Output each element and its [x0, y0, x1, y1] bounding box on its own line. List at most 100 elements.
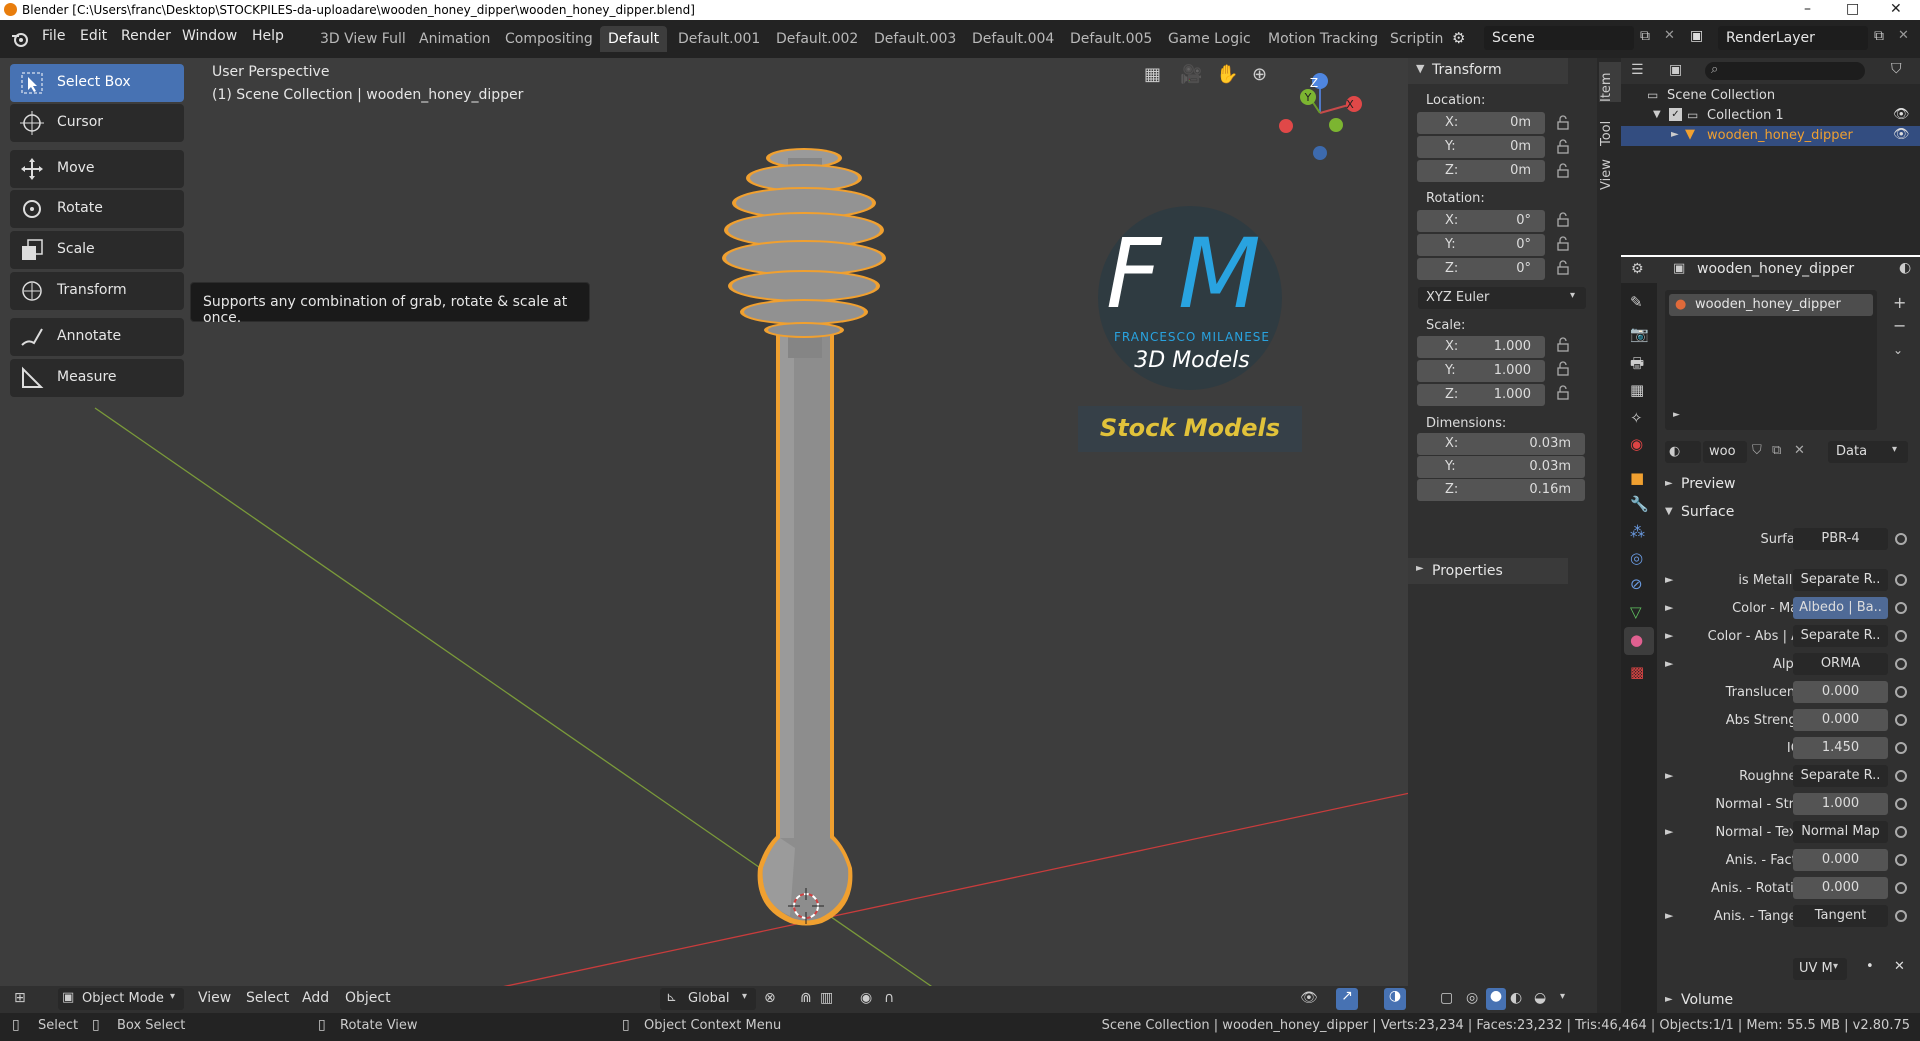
renderlayer-icon[interactable]: ▣ [1690, 28, 1703, 44]
remove-icon[interactable]: ✕ [1894, 959, 1905, 974]
property-value[interactable]: ORMA [1793, 653, 1888, 675]
socket-dot-icon[interactable] [1895, 533, 1907, 545]
expand-icon[interactable]: ▼ [1653, 109, 1661, 120]
visibility-eye-icon[interactable]: 👁 [1893, 127, 1910, 142]
link-data-dropdown[interactable]: Data ▾ [1828, 441, 1908, 463]
rendered-shading-icon[interactable]: ◒ [1534, 990, 1546, 1006]
property-value[interactable]: Tangent [1793, 905, 1888, 927]
proportional-edit-icon[interactable]: ◉ [860, 990, 872, 1006]
overlay-toggle-icon[interactable]: ◑ [1384, 988, 1406, 1010]
location-z-field[interactable]: Z: 0m [1417, 160, 1545, 182]
tool-annotate[interactable]: Annotate [10, 318, 184, 356]
scale-x-field[interactable]: X: 1.000 [1417, 336, 1545, 358]
camera-view-icon[interactable]: 🎥 [1180, 64, 1204, 88]
menu-render[interactable]: Render [121, 28, 171, 44]
tool-measure[interactable]: Measure [10, 359, 184, 397]
tab-default-004[interactable]: Default.004 [964, 26, 1062, 52]
xray-icon[interactable]: ▢ [1440, 990, 1453, 1006]
pan-hand-icon[interactable]: ✋ [1216, 64, 1240, 88]
minimize-button[interactable]: – [1804, 1, 1811, 17]
scale-y-field[interactable]: Y: 1.000 [1417, 360, 1545, 382]
socket-dot-icon[interactable] [1895, 686, 1907, 698]
viewport-menu-select[interactable]: Select [246, 990, 289, 1006]
render-icon[interactable]: 📷 [1630, 325, 1649, 343]
outliner-search-input[interactable]: ⌕ [1705, 62, 1865, 80]
dimension-x-field[interactable]: X: 0.03m [1417, 433, 1585, 455]
physics-icon[interactable]: ◎ [1630, 549, 1643, 567]
socket-dot-icon[interactable] [1895, 742, 1907, 754]
add-slot-icon[interactable]: + [1893, 293, 1906, 312]
zoom-icon[interactable]: ⊕ [1252, 64, 1276, 88]
checkbox-icon[interactable]: ✓ [1669, 108, 1682, 121]
snap-target-icon[interactable]: ▥ [820, 990, 833, 1006]
close-button[interactable]: ✕ [1890, 1, 1902, 17]
expand-icon[interactable]: ► [1665, 601, 1673, 614]
menu-file[interactable]: File [42, 28, 65, 44]
rotation-z-field[interactable]: Z: 0° [1417, 258, 1545, 280]
output-icon[interactable]: 🖶 [1630, 353, 1644, 378]
location-y-field[interactable]: Y: 0m [1417, 136, 1545, 158]
snap-magnet-icon[interactable]: ⋒ [800, 990, 812, 1006]
scene-icon[interactable]: ✧ [1630, 409, 1643, 427]
property-value[interactable]: Normal Map [1793, 821, 1888, 843]
tool-rotate[interactable]: Rotate [10, 190, 184, 228]
socket-dot-icon[interactable] [1895, 714, 1907, 726]
tool-cursor[interactable]: Cursor [10, 104, 184, 142]
delete-renderlayer-icon[interactable]: ✕ [1898, 28, 1909, 43]
tab-3d-view-full[interactable]: 3D View Full [312, 26, 414, 52]
property-value[interactable]: 1.000 [1793, 793, 1888, 815]
orientation-dropdown[interactable]: ⊾ Global ▾ [660, 988, 756, 1010]
tab-view[interactable]: View [1599, 154, 1621, 190]
property-value[interactable]: 0.000 [1793, 681, 1888, 703]
socket-dot-icon[interactable] [1895, 630, 1907, 642]
property-value[interactable]: Separate R.. [1793, 625, 1888, 647]
socket-dot-icon[interactable] [1895, 602, 1907, 614]
material-slot-item[interactable]: ● wooden_honey_dipper [1669, 294, 1873, 316]
outliner-row-object[interactable]: ► ▼ wooden_honey_dipper 👁 [1621, 126, 1920, 146]
surface-section[interactable]: ▼ Surface [1665, 502, 1920, 524]
gizmo-toggle-icon[interactable]: ↗ [1336, 988, 1358, 1010]
viewport-menu-object[interactable]: Object [345, 990, 391, 1006]
object-icon[interactable]: ■ [1630, 469, 1644, 487]
socket-dot-icon[interactable] [1895, 882, 1907, 894]
tab-scripting[interactable]: Scriptin [1382, 26, 1454, 52]
tool-transform[interactable]: Transform [10, 272, 184, 310]
expand-icon[interactable]: ► [1665, 629, 1673, 642]
new-renderlayer-icon[interactable]: ⧉ [1874, 28, 1884, 44]
editor-type-icon[interactable]: ⊞ [14, 990, 26, 1006]
preview-section[interactable]: ► Preview [1665, 474, 1920, 496]
display-mode-icon[interactable]: ☰ [1631, 62, 1644, 78]
property-value[interactable]: Separate R.. [1793, 569, 1888, 591]
transform-header[interactable]: ▼ Transform [1408, 58, 1568, 84]
property-value[interactable]: Separate R.. [1793, 765, 1888, 787]
lock-icons[interactable] [1555, 115, 1575, 285]
tab-default-002[interactable]: Default.002 [768, 26, 866, 52]
new-scene-icon[interactable]: ⧉ [1640, 28, 1650, 44]
socket-dot-icon[interactable] [1895, 770, 1907, 782]
tab-tool[interactable]: Tool [1599, 110, 1621, 146]
chevron-down-icon[interactable]: ▾ [1560, 991, 1565, 1002]
properties-header[interactable]: ► Properties [1408, 558, 1568, 584]
socket-dot-icon[interactable] [1895, 854, 1907, 866]
expand-icon[interactable]: ► [1665, 825, 1673, 838]
tool-move[interactable]: Move [10, 150, 184, 188]
mesh-data-icon[interactable]: ▽ [1630, 603, 1642, 621]
duplicate-icon[interactable]: ⧉ [1772, 443, 1781, 458]
expand-icon[interactable]: ► [1665, 909, 1673, 922]
outliner-row-collection[interactable]: ▼ ✓ ▭ Collection 1 👁 [1621, 106, 1920, 126]
maximize-button[interactable]: □ [1846, 1, 1859, 17]
menu-help[interactable]: Help [252, 28, 284, 44]
fake-user-shield-icon[interactable]: ⛉ [1752, 443, 1762, 458]
dimension-y-field[interactable]: Y: 0.03m [1417, 456, 1585, 478]
viewport-menu-add[interactable]: Add [302, 990, 329, 1006]
material-browse-button[interactable]: ◐ [1665, 441, 1701, 463]
socket-dot-icon[interactable] [1895, 574, 1907, 586]
pivot-icon[interactable]: ⊗ [764, 990, 776, 1006]
property-value[interactable]: 1.450 [1793, 737, 1888, 759]
remove-slot-icon[interactable]: − [1893, 316, 1906, 335]
outliner-row-scene-collection[interactable]: ▭ Scene Collection [1621, 86, 1920, 106]
unlink-icon[interactable]: ✕ [1794, 443, 1805, 458]
tab-default-001[interactable]: Default.001 [670, 26, 768, 52]
scale-lock-icons[interactable] [1555, 337, 1575, 407]
tab-motion-tracking[interactable]: Motion Tracking [1260, 26, 1386, 52]
